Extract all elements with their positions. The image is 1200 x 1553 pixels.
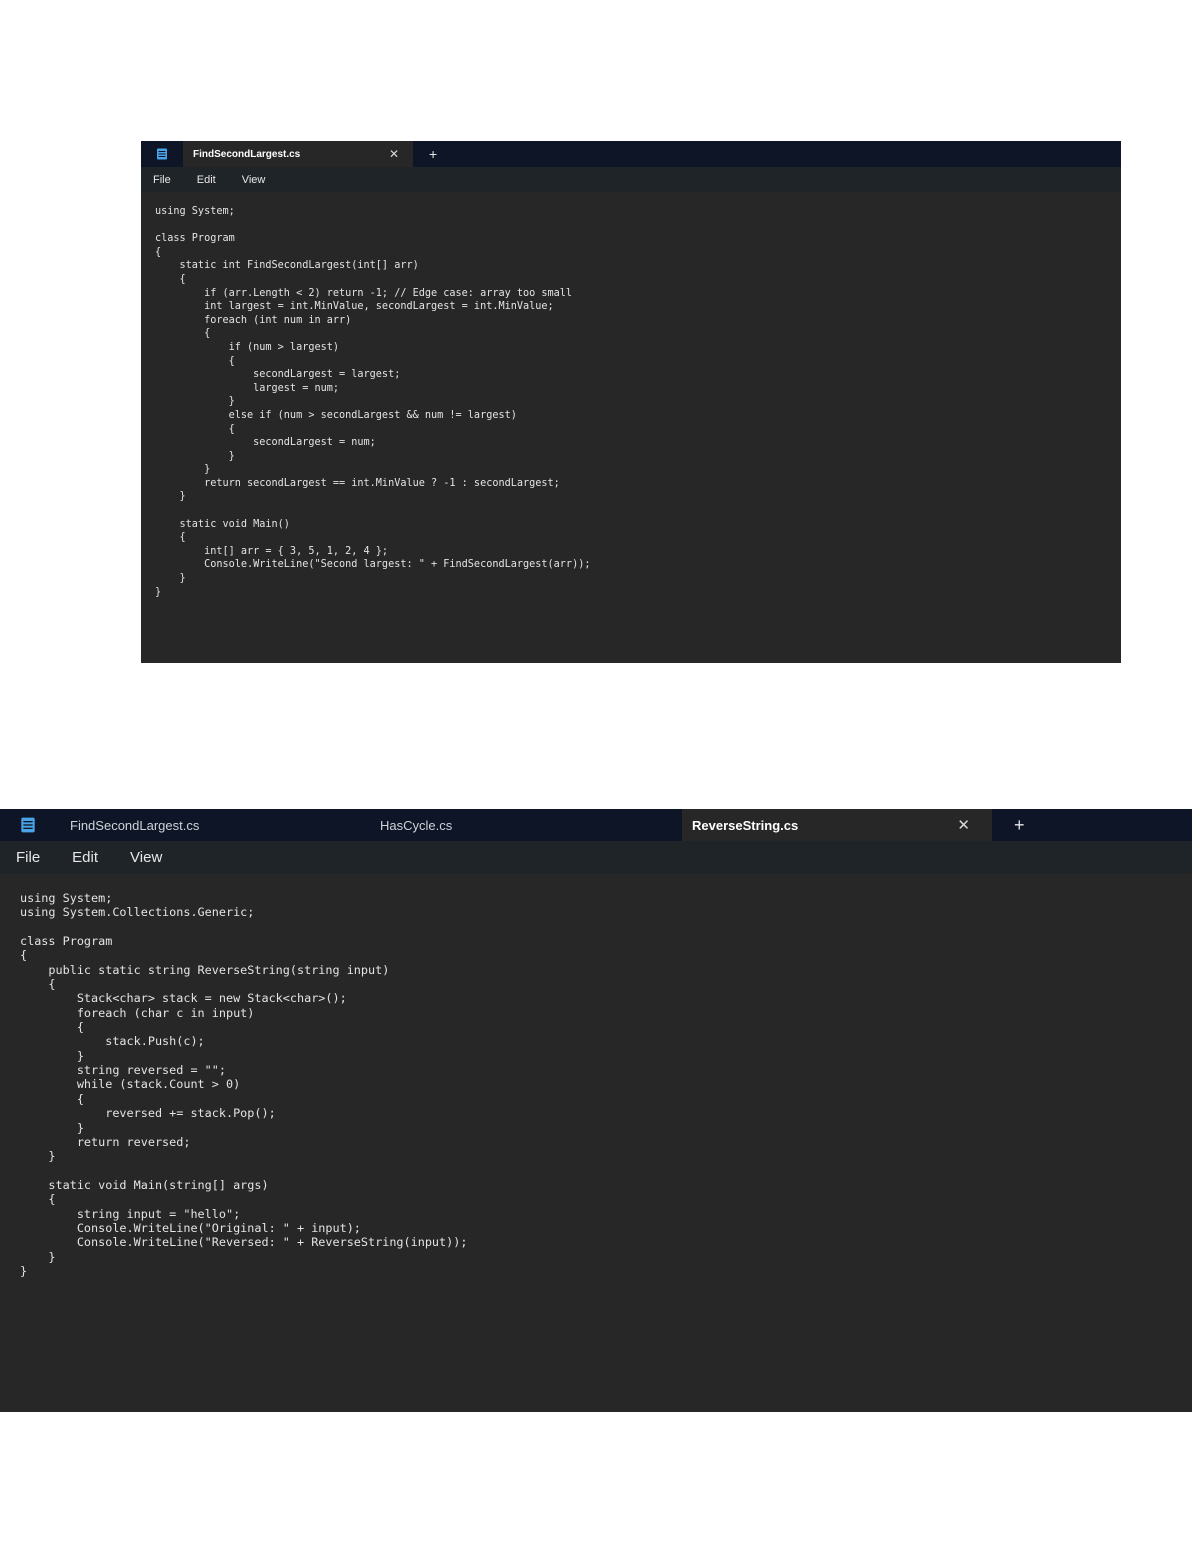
notepad-icon <box>141 141 183 167</box>
tab-reverse-string[interactable]: ReverseString.cs ✕ <box>682 809 992 841</box>
tab-label: HasCycle.cs <box>380 817 453 833</box>
tab-label: FindSecondLargest.cs <box>193 148 301 160</box>
code-editor[interactable]: using System; using System.Collections.G… <box>0 874 1192 1278</box>
tab-has-cycle[interactable]: HasCycle.cs <box>366 809 682 841</box>
notepad-icon <box>0 809 56 841</box>
code-editor[interactable]: using System; class Program { static int… <box>141 192 1121 599</box>
close-icon[interactable]: ✕ <box>957 816 970 834</box>
tab-label: FindSecondLargest.cs <box>70 817 200 833</box>
tab-bar: FindSecondLargest.cs ✕ + <box>141 141 1121 167</box>
menu-edit[interactable]: Edit <box>197 174 216 186</box>
menu-view[interactable]: View <box>242 174 266 186</box>
tab-label: ReverseString.cs <box>692 817 799 833</box>
menu-file[interactable]: File <box>153 174 171 186</box>
tab-bar: FindSecondLargest.cs HasCycle.cs Reverse… <box>0 809 1192 841</box>
tab-find-second-largest[interactable]: FindSecondLargest.cs ✕ <box>183 141 413 167</box>
menu-bar: File Edit View <box>0 841 1192 874</box>
plus-icon[interactable]: + <box>413 141 437 167</box>
close-icon[interactable]: ✕ <box>389 147 399 161</box>
menu-edit[interactable]: Edit <box>72 849 98 866</box>
menu-bar: File Edit View <box>141 167 1121 192</box>
plus-icon[interactable]: + <box>992 809 1025 841</box>
notepad-window-find-second-largest: FindSecondLargest.cs ✕ + File Edit View … <box>141 141 1121 663</box>
tab-find-second-largest[interactable]: FindSecondLargest.cs <box>56 809 366 841</box>
menu-file[interactable]: File <box>16 849 40 866</box>
notepad-window-reverse-string: FindSecondLargest.cs HasCycle.cs Reverse… <box>0 809 1192 1412</box>
menu-view[interactable]: View <box>130 849 162 866</box>
